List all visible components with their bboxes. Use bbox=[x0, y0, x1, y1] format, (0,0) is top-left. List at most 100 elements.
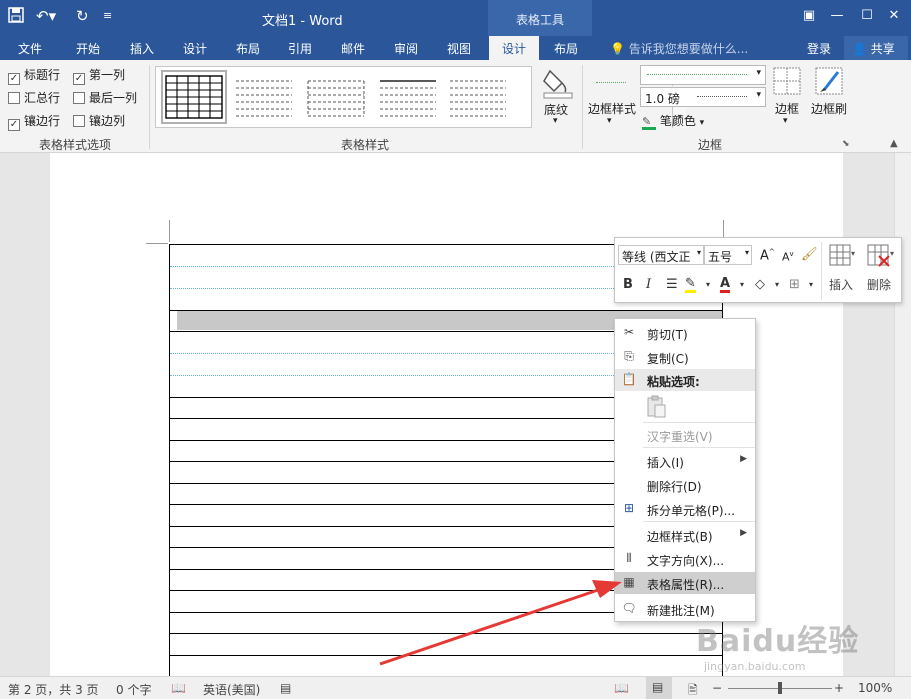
checkbox-header-row[interactable]: ✓ 标题行 bbox=[8, 66, 60, 85]
tab-table-design[interactable]: 设计 bbox=[489, 36, 539, 60]
checkbox-first-column[interactable]: ✓ 第一列 bbox=[73, 66, 125, 85]
ribbon-display-options-icon[interactable]: ▣ bbox=[798, 6, 820, 26]
pen-icon: ✎ bbox=[642, 116, 656, 130]
checkbox-banded-rows[interactable]: ✓ 镶边行 bbox=[8, 112, 60, 131]
proofing-icon[interactable]: 📖 bbox=[171, 681, 186, 695]
tab-insert[interactable]: 插入 bbox=[130, 40, 154, 57]
borders-button[interactable]: 边框 bbox=[775, 100, 799, 117]
tab-view[interactable]: 视图 bbox=[447, 40, 471, 57]
line-style-dropdown[interactable]: ▾ bbox=[640, 65, 766, 85]
table-row[interactable] bbox=[169, 655, 723, 656]
print-layout-icon[interactable]: ▤ bbox=[646, 677, 672, 699]
insert-table-icon[interactable]: ▾ bbox=[829, 244, 857, 270]
menu-item-label: 文字方向(X)... bbox=[647, 554, 725, 568]
shading-icon[interactable] bbox=[541, 66, 575, 100]
close-icon[interactable]: ✕ bbox=[883, 6, 905, 26]
checkbox-last-column[interactable]: 最后一列 bbox=[73, 89, 137, 106]
table-style-dashed-4[interactable] bbox=[448, 73, 508, 121]
tab-review[interactable]: 审阅 bbox=[394, 40, 418, 57]
minimize-icon[interactable]: — bbox=[826, 6, 848, 26]
border-styles-button[interactable]: 边框样式 bbox=[588, 100, 636, 117]
chevron-down-icon[interactable]: ▾ bbox=[740, 280, 744, 289]
format-painter-icon[interactable]: 🖌 bbox=[801, 247, 818, 262]
checkbox-banded-columns[interactable]: 镶边列 bbox=[73, 112, 125, 129]
center-align-icon[interactable]: ☰ bbox=[666, 277, 678, 292]
menu-item-text-direction[interactable]: ⫴ 文字方向(X)... bbox=[615, 548, 755, 570]
zoom-out-icon[interactable]: − bbox=[712, 681, 722, 695]
chevron-down-icon[interactable]: ▾ bbox=[809, 280, 813, 289]
customize-quick-access-icon[interactable]: ≡ bbox=[103, 7, 112, 25]
table-properties-icon: ▦ bbox=[623, 575, 635, 589]
tab-references[interactable]: 引用 bbox=[288, 40, 312, 57]
group-label-table-style-options: 表格样式选项 bbox=[39, 138, 112, 152]
menu-item-delete-rows[interactable]: 删除行(D) bbox=[615, 474, 755, 496]
tab-table-layout[interactable]: 布局 bbox=[554, 40, 578, 57]
dialog-launcher-icon[interactable]: ⬊ bbox=[842, 139, 850, 149]
undo-icon[interactable]: ↶▾ bbox=[36, 7, 56, 25]
italic-button[interactable]: I bbox=[646, 277, 651, 292]
word-count[interactable]: 0 个字 bbox=[116, 681, 151, 698]
share-button[interactable]: 👤 共享 bbox=[844, 36, 908, 60]
zoom-slider-thumb[interactable] bbox=[778, 682, 782, 694]
shrink-font-icon[interactable]: Av bbox=[782, 250, 794, 264]
menu-item-table-properties[interactable]: ▦ 表格属性(R)... bbox=[615, 572, 755, 594]
border-painter-icon[interactable] bbox=[814, 66, 844, 96]
tab-design[interactable]: 设计 bbox=[183, 40, 207, 57]
chevron-down-icon[interactable]: ▾ bbox=[775, 280, 779, 289]
macro-icon[interactable]: ▤ bbox=[280, 681, 291, 695]
web-layout-icon[interactable]: 🖹 bbox=[688, 681, 698, 699]
language-indicator[interactable]: 英语(美国) bbox=[203, 681, 260, 698]
menu-item-cut[interactable]: ✂ 剪切(T) bbox=[615, 322, 755, 344]
contextual-tab-label: 表格工具 bbox=[515, 13, 564, 27]
font-name-dropdown[interactable]: 等线 (西文正 ▾ bbox=[618, 245, 704, 265]
font-color-icon[interactable]: A bbox=[720, 277, 731, 293]
collapse-ribbon-icon[interactable]: ▲ bbox=[890, 138, 898, 149]
table-style-grid[interactable] bbox=[161, 70, 227, 124]
menu-item-copy[interactable]: ⎘ 复制(C) bbox=[615, 346, 755, 368]
tab-file[interactable]: 文件 bbox=[18, 40, 42, 57]
checkbox-total-row[interactable]: 汇总行 bbox=[8, 89, 60, 106]
table-style-dashed-1[interactable] bbox=[234, 73, 294, 121]
save-icon[interactable] bbox=[8, 7, 24, 27]
delete-button[interactable]: 删除 bbox=[867, 276, 891, 293]
pen-weight-dropdown[interactable]: 1.0 磅 ▾ bbox=[640, 87, 766, 107]
split-cells-icon: ⊞ bbox=[623, 501, 635, 515]
menu-item-insert[interactable]: 插入(I) ▶ bbox=[615, 450, 755, 472]
maximize-icon[interactable]: ☐ bbox=[856, 6, 878, 26]
page-count[interactable]: 第 2 页，共 3 页 bbox=[8, 681, 99, 698]
redo-icon[interactable]: ↻ bbox=[76, 7, 89, 25]
tab-layout[interactable]: 布局 bbox=[236, 40, 260, 57]
font-size-dropdown[interactable]: 五号 ▾ bbox=[704, 245, 752, 265]
borders-icon[interactable] bbox=[772, 66, 802, 96]
paste-keep-formatting-icon[interactable] bbox=[645, 394, 669, 420]
chevron-down-icon[interactable]: ▾ bbox=[783, 116, 788, 126]
shading-icon[interactable]: ◇ bbox=[755, 277, 765, 292]
read-mode-icon[interactable]: 📖 bbox=[614, 681, 629, 695]
insert-button[interactable]: 插入 bbox=[829, 276, 853, 293]
bold-button[interactable]: B bbox=[623, 277, 633, 292]
menu-item-split-cells[interactable]: ⊞ 拆分单元格(P)... bbox=[615, 498, 755, 520]
tab-home[interactable]: 开始 bbox=[76, 40, 100, 57]
table-style-dashed-3[interactable] bbox=[378, 73, 438, 121]
dotted-line-preview bbox=[647, 74, 747, 75]
table-style-dashed-2[interactable] bbox=[306, 73, 366, 121]
menu-item-border-styles[interactable]: 边框样式(B) ▶ bbox=[615, 524, 755, 546]
sign-in-link[interactable]: 登录 bbox=[807, 40, 831, 57]
tab-mailings[interactable]: 邮件 bbox=[341, 40, 365, 57]
tell-me-search[interactable]: 💡 告诉我您想要做什么... bbox=[610, 40, 748, 57]
vertical-scrollbar[interactable] bbox=[894, 153, 911, 676]
table-row[interactable] bbox=[169, 633, 723, 634]
borders-icon[interactable]: ⊞ bbox=[789, 277, 800, 292]
chevron-down-icon[interactable]: ▾ bbox=[706, 280, 710, 289]
chevron-down-icon[interactable]: ▾ bbox=[553, 116, 558, 126]
pen-color-button[interactable]: ✎ 笔颜色 ▾ bbox=[642, 112, 704, 130]
zoom-in-icon[interactable]: + bbox=[834, 681, 844, 695]
person-icon: 👤 bbox=[852, 42, 867, 56]
delete-table-icon[interactable]: ▾ bbox=[867, 244, 897, 270]
zoom-level[interactable]: 100% bbox=[858, 681, 892, 695]
chevron-down-icon[interactable]: ▾ bbox=[607, 116, 612, 126]
border-painter-button[interactable]: 边框刷 bbox=[811, 100, 847, 117]
highlight-icon[interactable]: ✎ bbox=[685, 277, 696, 293]
grow-font-icon[interactable]: A^ bbox=[760, 248, 775, 263]
pen-color-label: 笔颜色 bbox=[659, 114, 696, 128]
